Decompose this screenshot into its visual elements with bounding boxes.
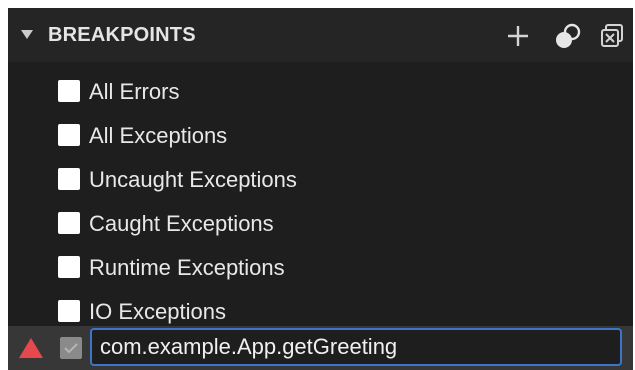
toggle-breakpoints-button[interactable] [554,22,582,50]
breakpoint-label: IO Exceptions [89,299,226,324]
breakpoint-label: All Errors [89,79,180,104]
breakpoint-item-all-exceptions[interactable]: All Exceptions [8,114,633,158]
breakpoint-item-uncaught-exceptions[interactable]: Uncaught Exceptions [8,158,633,202]
warning-triangle-icon [19,338,43,358]
close-all-icon [601,24,623,47]
plus-icon [508,26,528,46]
panel-title: BREAKPOINTS [48,24,196,46]
breakpoint-item-caught-exceptions[interactable]: Caught Exceptions [8,202,633,246]
breakpoint-item-runtime-exceptions[interactable]: Runtime Exceptions [8,246,633,290]
remove-all-breakpoints-button[interactable] [598,22,626,50]
function-breakpoint-input[interactable] [90,328,622,366]
breakpoint-label: All Exceptions [89,123,228,148]
breakpoint-checkbox[interactable] [58,212,80,234]
toggle-activate-icon [556,23,581,48]
breakpoint-checkbox[interactable] [58,80,80,102]
breakpoint-checkbox[interactable] [58,124,80,146]
breakpoint-item-all-errors[interactable]: All Errors [8,70,633,114]
breakpoint-label: Runtime Exceptions [89,255,285,280]
breakpoint-label: Uncaught Exceptions [89,167,297,192]
breakpoint-checkbox[interactable] [58,256,80,278]
chevron-down-icon[interactable] [21,30,33,39]
breakpoint-label: Caught Exceptions [89,211,274,236]
checkmark-icon [64,343,78,354]
function-breakpoint-edit-row [8,326,633,370]
breakpoints-panel: BREAKPOINTS All Errors All Exceptions Un… [8,8,633,370]
function-breakpoint-checkbox[interactable] [60,337,82,359]
add-breakpoint-button[interactable] [504,22,532,50]
breakpoint-checkbox[interactable] [58,168,80,190]
breakpoint-checkbox[interactable] [58,300,80,322]
panel-header[interactable]: BREAKPOINTS [8,8,633,62]
